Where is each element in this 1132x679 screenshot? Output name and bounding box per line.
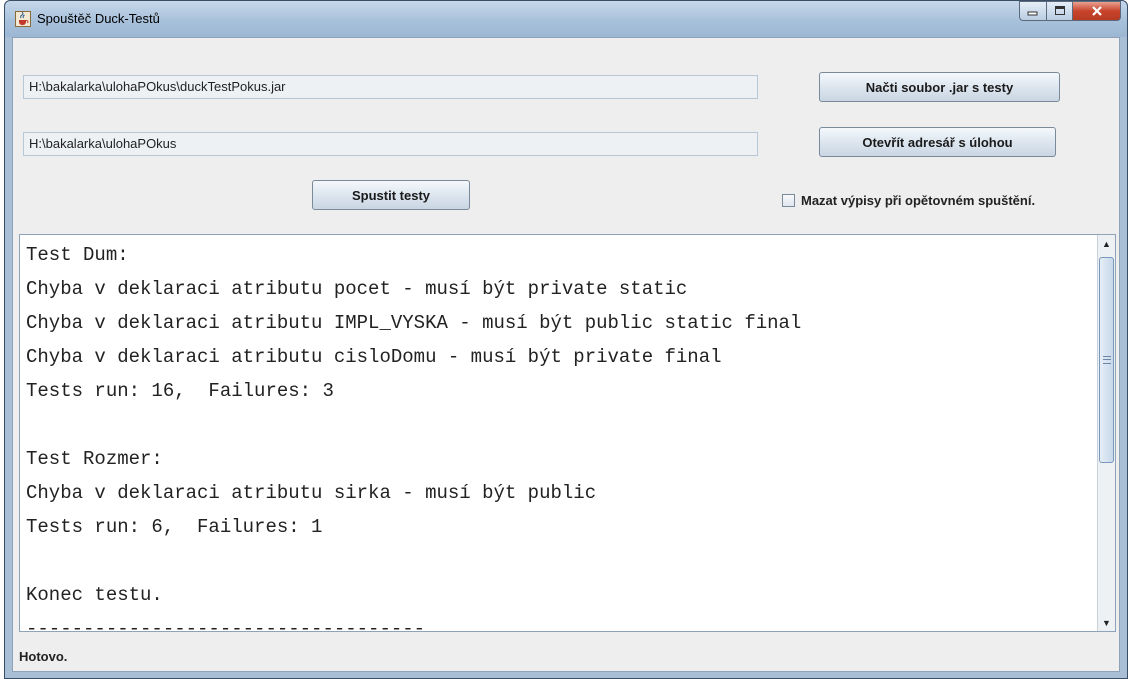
output-line: Chyba v deklaraci atributu pocet - musí … [26, 278, 688, 300]
clear-output-option[interactable]: Mazat výpisy při opětovném spuštění. [782, 193, 1035, 208]
window-title: Spouštěč Duck-Testů [37, 11, 160, 26]
clear-output-label: Mazat výpisy při opětovném spuštění. [801, 193, 1036, 208]
close-icon [1091, 6, 1102, 16]
clear-output-checkbox[interactable] [782, 194, 795, 207]
scrollbar-thumb[interactable] [1099, 257, 1114, 463]
output-log: Test Dum: Chyba v deklaraci atributu poce… [26, 238, 1093, 631]
output-line: Test Rozmer: [26, 448, 163, 470]
output-line: Tests run: 16, Failures: 3 [26, 380, 334, 402]
jar-path-field[interactable]: H:\bakalarka\ulohaPOkus\duckTestPokus.ja… [23, 75, 758, 99]
output-line: Chyba v deklaraci atributu cisloDomu - m… [26, 346, 722, 368]
run-tests-button[interactable]: Spustit testy [312, 180, 470, 210]
output-line: Test Dum: [26, 244, 129, 266]
output-line: ----------------------------------- [26, 618, 426, 631]
open-dir-button[interactable]: Otevřít adresář s úlohou [819, 127, 1056, 157]
task-dir-field[interactable]: H:\bakalarka\ulohaPOkus [23, 132, 758, 156]
maximize-icon [1054, 6, 1065, 15]
maximize-button[interactable] [1047, 1, 1073, 21]
window-controls [1019, 1, 1121, 23]
load-jar-button[interactable]: Načti soubor .jar s testy [819, 72, 1060, 102]
close-button[interactable] [1073, 1, 1121, 21]
java-cup-icon [15, 11, 31, 27]
app-window: Spouštěč Duck-Testů H:\bakalarka\ulohaPO… [4, 0, 1128, 679]
output-line: Chyba v deklaraci atributu sirka - musí … [26, 482, 597, 504]
scroll-up-arrow-icon[interactable]: ▲ [1098, 235, 1115, 252]
status-label: Hotovo. [19, 649, 68, 664]
grip-icon [1103, 356, 1111, 364]
minimize-button[interactable] [1019, 1, 1047, 21]
output-line: Tests run: 6, Failures: 1 [26, 516, 323, 538]
minimize-icon [1027, 11, 1038, 16]
output-text-area[interactable]: Test Dum: Chyba v deklaraci atributu poce… [19, 234, 1116, 632]
main-panel: H:\bakalarka\ulohaPOkus\duckTestPokus.ja… [12, 37, 1120, 672]
title-bar[interactable]: Spouštěč Duck-Testů [5, 1, 1127, 37]
output-line: Chyba v deklaraci atributu IMPL_VYSKA - … [26, 312, 802, 334]
vertical-scrollbar[interactable]: ▲ ▼ [1097, 235, 1115, 631]
scroll-down-arrow-icon[interactable]: ▼ [1098, 614, 1115, 631]
output-line: Konec testu. [26, 584, 163, 606]
